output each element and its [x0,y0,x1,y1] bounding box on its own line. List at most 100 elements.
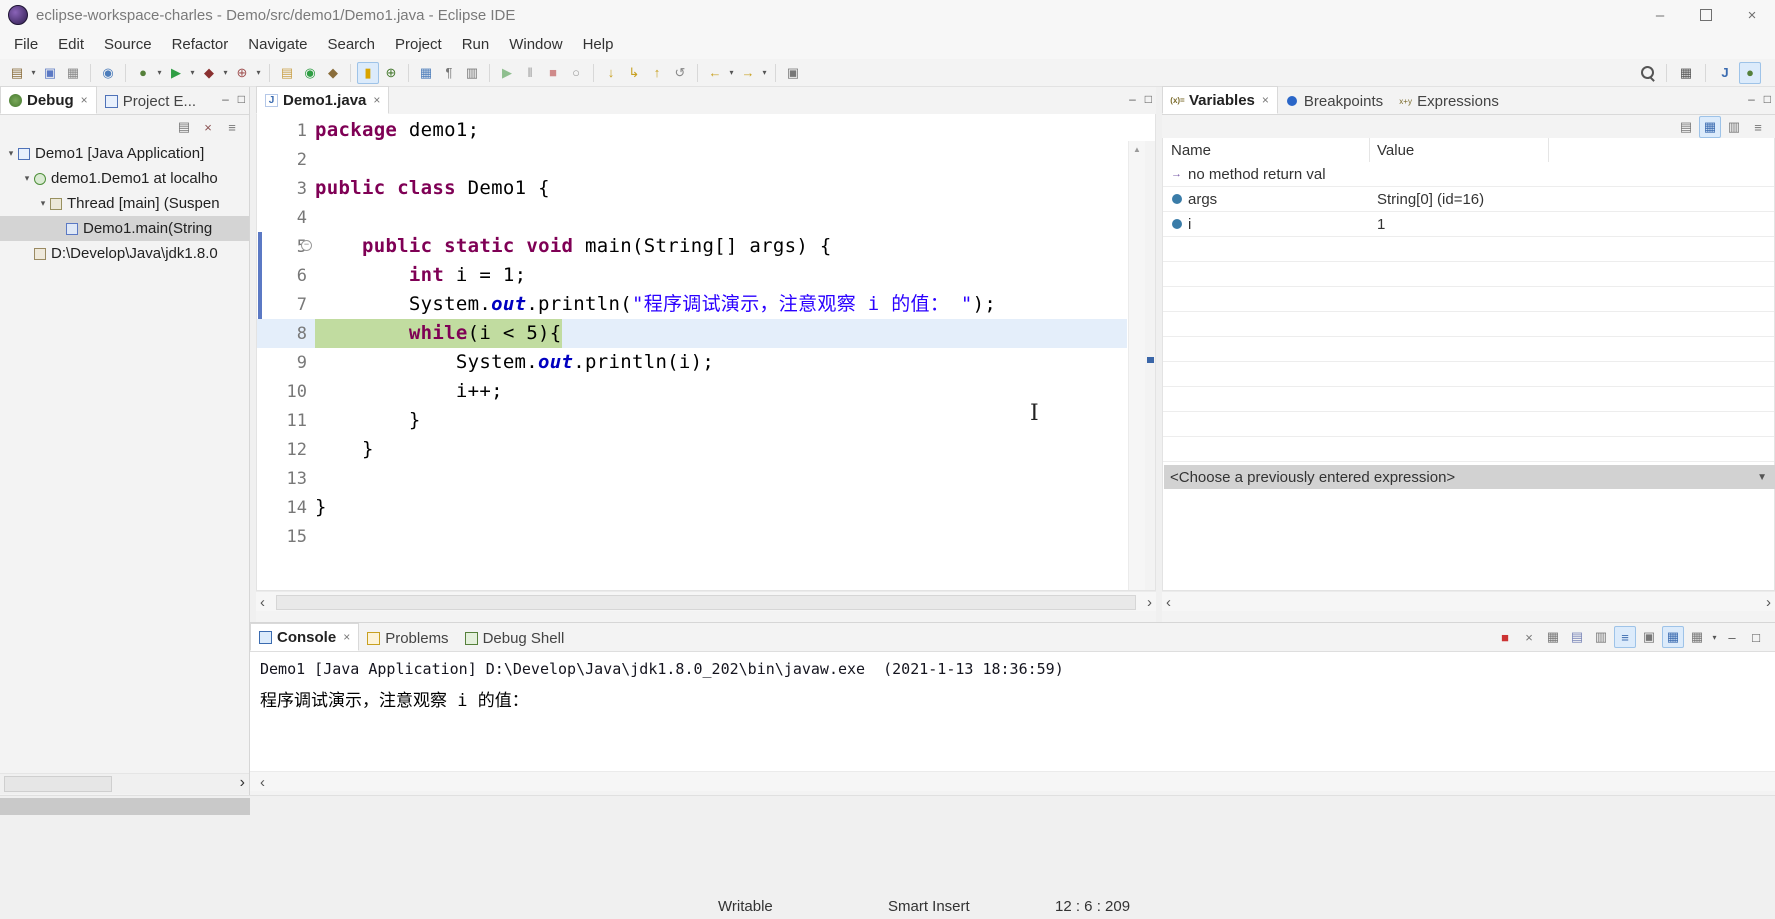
code-line[interactable]: 5 public static void main(String[] args)… [257,232,1127,261]
close-icon[interactable]: × [343,630,350,644]
new-wizard-icon[interactable]: ▤ [6,62,28,84]
back-icon[interactable]: ← [704,62,726,84]
debug-tree-item[interactable]: Demo1.main(String [0,216,249,241]
drop-to-frame-icon[interactable]: ↺ [669,62,691,84]
scroll-right-icon[interactable]: › [240,774,245,792]
save-icon[interactable]: ▣ [39,62,61,84]
line-number[interactable]: 1 [265,121,315,141]
maximize-view-icon[interactable]: □ [1145,92,1152,106]
tab-expressions[interactable]: Expressions [1391,88,1507,114]
java-perspective-icon[interactable]: J [1714,62,1736,84]
code-line[interactable]: 7 System.out.println("程序调试演示，注意观察 i 的值： … [257,290,1127,319]
debug-tree-item[interactable]: D:\Develop\Java\jdk1.8.0 [0,241,249,266]
menu-file[interactable]: File [4,30,48,59]
collapse-all-icon[interactable]: ▤ [173,116,195,138]
resume-icon[interactable]: ▶ [496,62,518,84]
scroll-right-icon[interactable]: › [1766,592,1771,612]
new-annotation-icon[interactable]: ⊕ [380,62,402,84]
link-with-editor-icon[interactable]: ▣ [782,62,804,84]
menu-window[interactable]: Window [499,30,572,59]
line-number[interactable]: 9 [265,353,315,373]
clear-console-icon[interactable]: ▤ [1566,626,1588,648]
code-line[interactable]: 13 [257,464,1127,493]
dropdown-arrow-icon[interactable]: ▾ [254,68,263,77]
new-class-icon[interactable]: ◉ [299,62,321,84]
code-line[interactable]: 10 i++; [257,377,1127,406]
open-perspective-icon[interactable]: ▦ [1675,62,1697,84]
column-header-value[interactable]: Value [1369,138,1548,162]
line-number[interactable]: 6 [265,266,315,286]
maximize-window-button[interactable] [1683,0,1729,30]
menu-search[interactable]: Search [317,30,385,59]
close-icon[interactable]: × [1262,93,1269,107]
code-line[interactable]: 8 while(i < 5){ [257,319,1127,348]
menu-project[interactable]: Project [385,30,452,59]
disconnect-icon[interactable]: ○ [565,62,587,84]
debug-tree-item[interactable]: ▾Demo1 [Java Application] [0,141,249,166]
scrollbar-thumb[interactable] [276,595,1136,610]
view-menu-icon[interactable]: ≡ [1747,116,1769,138]
code-line[interactable]: 2 [257,145,1127,174]
menu-refactor[interactable]: Refactor [162,30,239,59]
scrollbar-thumb[interactable] [4,776,112,792]
menu-run[interactable]: Run [452,30,500,59]
line-number[interactable]: 4 [265,208,315,228]
scroll-left-icon[interactable]: ‹ [260,772,265,792]
variable-row[interactable]: no method return val [1163,162,1774,187]
code-line[interactable]: 6 int i = 1; [257,261,1127,290]
fold-collapse-icon[interactable] [301,240,312,251]
tab-breakpoints[interactable]: Breakpoints [1278,88,1391,114]
debug-tree-hscrollbar[interactable]: › [0,773,249,794]
open-type-icon[interactable]: ▦ [415,62,437,84]
line-number[interactable]: 8 [265,324,315,344]
line-number[interactable]: 7 [265,295,315,315]
variable-row[interactable]: argsString[0] (id=16) [1163,187,1774,212]
tab-debug-shell[interactable]: Debug Shell [457,625,573,651]
run-icon[interactable]: ▶ [165,62,187,84]
window-scrollbar-strip[interactable] [0,798,250,815]
maximize-view-icon[interactable]: □ [1764,92,1771,106]
dropdown-arrow-icon[interactable]: ▾ [221,68,230,77]
code-editor[interactable]: 1package demo1;23public class Demo1 {45 … [256,114,1156,591]
view-menu-icon[interactable]: ≡ [221,116,243,138]
code-line[interactable]: 15 [257,522,1127,551]
code-line[interactable]: 4 [257,203,1127,232]
line-number[interactable]: 10 [265,382,315,402]
show-logical-structures-icon[interactable]: ▦ [1699,116,1721,138]
variable-row[interactable]: i1 [1163,212,1774,237]
tab-project-explorer[interactable]: Project E... [97,88,204,114]
external-tools-icon[interactable]: ⊕ [231,62,253,84]
print-icon[interactable]: ▦ [62,62,84,84]
minimize-window-button[interactable]: – [1637,0,1683,30]
word-wrap-icon[interactable]: ≡ [1614,626,1636,648]
dropdown-arrow-icon[interactable]: ▾ [155,68,164,77]
column-header-name[interactable]: Name [1163,138,1369,162]
step-into-icon[interactable]: ↓ [600,62,622,84]
line-number[interactable]: 3 [265,179,315,199]
dropdown-arrow-icon[interactable]: ▾ [188,68,197,77]
current-line-marker[interactable] [1147,357,1154,363]
remove-all-launches-icon[interactable]: ▦ [1542,626,1564,648]
debug-tree-item[interactable]: ▾demo1.Demo1 at localho [0,166,249,191]
minimize-view-icon[interactable]: – [1129,92,1136,106]
expander-icon[interactable]: ▾ [20,173,34,184]
scroll-up-icon[interactable]: ▲ [1129,141,1145,158]
menu-navigate[interactable]: Navigate [238,30,317,59]
expander-icon[interactable]: ▾ [4,148,18,159]
terminate-icon[interactable]: ■ [542,62,564,84]
new-package-icon[interactable]: ◆ [322,62,344,84]
expression-combo[interactable]: <Choose a previously entered expression>… [1164,465,1775,489]
console-output-area[interactable]: Demo1 [Java Application] D:\Develop\Java… [250,651,1775,771]
step-over-icon[interactable]: ↳ [623,62,645,84]
dropdown-arrow-icon[interactable]: ▾ [1710,633,1719,642]
line-number[interactable]: 12 [265,440,315,460]
collapse-all-icon[interactable]: ▥ [1723,116,1745,138]
scroll-lock-icon[interactable]: ▥ [1590,626,1612,648]
maximize-view-icon[interactable]: □ [238,92,245,106]
open-folder-icon[interactable]: ▤ [276,62,298,84]
open-console-icon[interactable]: ▦ [1686,626,1708,648]
code-line[interactable]: 11 } [257,406,1127,435]
line-number[interactable]: 15 [265,527,315,547]
remove-launch-icon[interactable]: × [1518,626,1540,648]
search-icon[interactable] [1636,62,1658,84]
